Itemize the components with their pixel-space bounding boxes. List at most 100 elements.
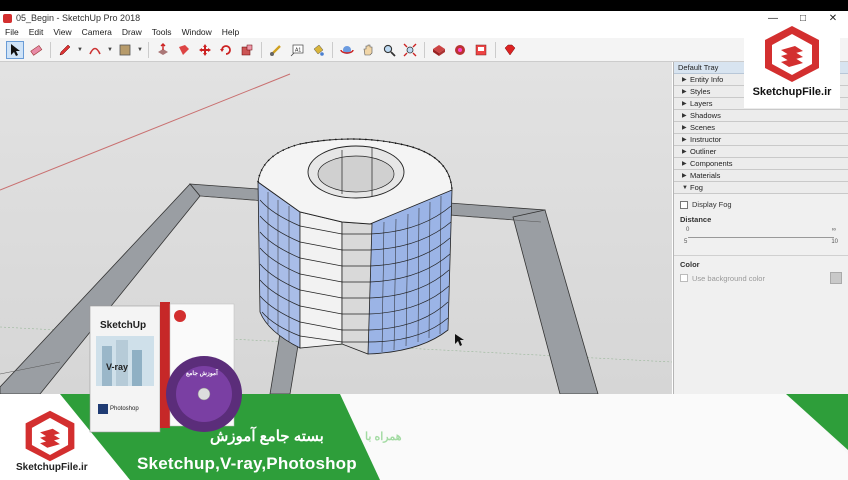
menu-file[interactable]: File (0, 27, 24, 37)
sketchup-logo-bottom-icon (25, 410, 75, 462)
expand-arrow-icon: ▶ (682, 172, 687, 179)
expand-arrow-icon: ▶ (682, 88, 687, 95)
pencil-tool-button[interactable] (56, 41, 74, 59)
extension-warehouse-icon (455, 44, 465, 55)
rotate-tool-button[interactable] (217, 41, 235, 59)
follow-me-icon (179, 44, 189, 55)
arrow-cursor-icon (11, 43, 20, 56)
eraser-tool-button[interactable] (27, 41, 45, 59)
divider (674, 255, 848, 256)
fog-panel-body: Display Fog Distance 0 ∞ 5 10 Color Use … (674, 194, 848, 290)
use-background-label: Use background color (692, 273, 765, 283)
ruby-console-button[interactable] (501, 41, 519, 59)
rotate-icon (220, 44, 231, 55)
tray-panel-instructor[interactable]: ▶ Instructor (674, 134, 848, 146)
watermark-logo-top-right: SketchupFile.ir (744, 22, 840, 108)
3d-warehouse-button[interactable] (430, 41, 448, 59)
banner-subtitle-persian: همراه با (365, 431, 402, 443)
layout-icon (475, 44, 487, 55)
select-tool-button[interactable] (6, 40, 24, 59)
use-background-checkbox[interactable] (680, 274, 688, 282)
toolbar-separator (332, 41, 333, 58)
zoom-extents-tool-button[interactable] (401, 41, 419, 59)
menu-edit[interactable]: Edit (24, 27, 49, 37)
box-vray-title: V-ray (106, 362, 129, 372)
fog-color-swatch[interactable] (830, 272, 842, 284)
paint-bucket-icon (313, 44, 324, 56)
rectangle-icon (119, 44, 131, 55)
magnifier-icon (383, 44, 396, 57)
warehouse-icon (433, 44, 445, 56)
menu-help[interactable]: Help (217, 27, 244, 37)
collapse-arrow-icon: ▼ (682, 184, 688, 191)
extension-warehouse-button[interactable] (451, 41, 469, 59)
slider-track[interactable] (688, 237, 834, 238)
push-pull-icon (158, 42, 168, 55)
tape-measure-tool-button[interactable] (267, 41, 285, 59)
tray-panel-shadows[interactable]: ▶ Shadows (674, 110, 848, 122)
display-fog-checkbox-row[interactable]: Display Fog (680, 200, 842, 209)
arc-tool-button[interactable] (86, 41, 104, 59)
svg-text:A1: A1 (295, 47, 301, 53)
push-pull-tool-button[interactable] (154, 41, 172, 59)
distance-slider[interactable]: 0 ∞ 5 10 (684, 227, 838, 247)
color-label: Color (680, 260, 700, 269)
expand-arrow-icon: ▶ (682, 112, 687, 119)
tray-panel-materials[interactable]: ▶ Materials (674, 170, 848, 182)
paint-bucket-tool-button[interactable] (309, 41, 327, 59)
toolbar-separator (50, 41, 51, 58)
toolbar-separator (261, 41, 262, 58)
main-toolbar: ▼ ▼ ▼ A1 (0, 38, 848, 62)
menu-camera[interactable]: Camera (77, 27, 117, 37)
rectangle-dropdown-arrow[interactable]: ▼ (137, 47, 143, 53)
pan-tool-button[interactable] (359, 41, 377, 59)
zoom-extents-icon (403, 43, 417, 56)
orbit-tool-button[interactable] (338, 41, 356, 59)
display-fog-checkbox[interactable] (680, 200, 688, 209)
rectangle-tool-button[interactable] (116, 41, 134, 59)
expand-arrow-icon: ▶ (682, 148, 687, 155)
default-tray: Default Tray ▶ Entity Info ▶ Styles ▶ Layer… (673, 62, 848, 394)
menu-view[interactable]: View (48, 27, 76, 37)
disc-label-text: آموزش جامع (186, 371, 218, 377)
move-arrows-icon (199, 43, 211, 56)
arc-dropdown-arrow[interactable]: ▼ (107, 47, 113, 53)
menu-window[interactable]: Window (177, 27, 217, 37)
expand-arrow-icon: ▶ (682, 76, 687, 83)
text-tool-button[interactable]: A1 (288, 41, 306, 59)
menu-tools[interactable]: Tools (147, 27, 177, 37)
text-label-icon: A1 (290, 44, 304, 56)
use-background-color-row[interactable]: Use background color (680, 272, 842, 284)
tray-panel-outliner[interactable]: ▶ Outliner (674, 146, 848, 158)
scale-tool-button[interactable] (238, 41, 256, 59)
eraser-icon (30, 44, 43, 56)
tray-panel-scenes[interactable]: ▶ Scenes (674, 122, 848, 134)
tray-panel-fog[interactable]: ▼ Fog (674, 182, 848, 194)
sketchup-logo-icon (765, 26, 819, 82)
move-tool-button[interactable] (196, 41, 214, 59)
pencil-dropdown-arrow[interactable]: ▼ (77, 47, 83, 53)
zoom-tool-button[interactable] (380, 41, 398, 59)
tray-panel-components[interactable]: ▶ Components (674, 158, 848, 170)
title-bar: 05_Begin - SketchUp Pro 2018 — □ ✕ (0, 11, 848, 25)
tape-measure-icon (270, 44, 281, 56)
expand-arrow-icon: ▶ (682, 124, 687, 131)
layout-button[interactable] (472, 41, 490, 59)
banner-brand-text: SketchupFile.ir (16, 462, 88, 473)
arc-icon (89, 47, 101, 54)
window-title: 05_Begin - SketchUp Pro 2018 (16, 13, 141, 23)
orbit-icon (340, 45, 354, 54)
toolbar-separator (148, 41, 149, 58)
ruby-gem-icon (504, 44, 516, 55)
watermark-brand-text: SketchupFile.ir (752, 86, 832, 98)
toolbar-separator (495, 41, 496, 58)
distance-label: Distance (680, 215, 712, 224)
cylindrical-tower-model (257, 138, 453, 355)
pencil-icon (59, 44, 71, 55)
menu-draw[interactable]: Draw (117, 27, 147, 37)
box-photoshop-title: Photoshop (110, 406, 139, 412)
expand-arrow-icon: ▶ (682, 100, 687, 107)
product-box-and-disc: SketchUp V-ray Photoshop آموزش جامع (88, 300, 248, 434)
follow-me-tool-button[interactable] (175, 41, 193, 59)
screen: 05_Begin - SketchUp Pro 2018 — □ ✕ File … (0, 0, 848, 480)
